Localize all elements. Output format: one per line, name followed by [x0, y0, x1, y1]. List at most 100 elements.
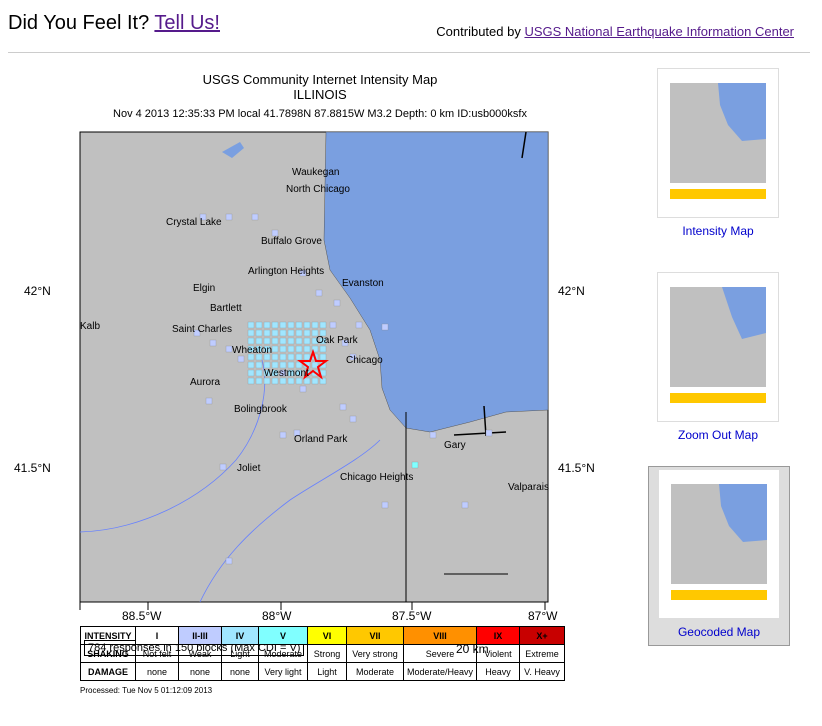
- response-block: [295, 321, 303, 329]
- lat-label: 42°N: [24, 284, 51, 298]
- response-block: [205, 397, 213, 405]
- intensity-legend: INTENSITY I II-III IV V VI VII VIII IX X…: [80, 626, 565, 681]
- city-label: Aurora: [190, 377, 221, 388]
- legend-intensity-cell: II-III: [178, 626, 222, 645]
- legend-shaking-cell: Severe: [403, 644, 477, 663]
- thumb-caption[interactable]: Zoom Out Map: [648, 428, 788, 442]
- thumb-zoom-out-map[interactable]: Zoom Out Map: [648, 270, 788, 448]
- response-block: [287, 345, 295, 353]
- response-block: [219, 463, 227, 471]
- title-text: Did You Feel It?: [8, 12, 150, 34]
- legend-damage-cell: Moderate/Heavy: [403, 662, 477, 681]
- city-label: Oak Park: [316, 335, 358, 346]
- page-title: Did You Feel It? Tell Us!: [8, 12, 220, 35]
- response-block: [271, 353, 279, 361]
- response-block: [303, 345, 311, 353]
- legend-damage-cell: none: [135, 662, 179, 681]
- response-block: [255, 337, 263, 345]
- response-block: [271, 321, 279, 329]
- thumb-intensity-map[interactable]: Intensity Map: [648, 66, 788, 244]
- thumb-caption[interactable]: Intensity Map: [648, 224, 788, 238]
- city-label: Gary: [444, 440, 466, 451]
- response-block: [303, 321, 311, 329]
- thumbnail-image[interactable]: [658, 469, 780, 619]
- legend-damage-cell: Moderate: [346, 662, 404, 681]
- response-block: [271, 337, 279, 345]
- response-block: [237, 355, 245, 363]
- legend-intensity-cell: IX: [476, 626, 520, 645]
- response-block: [287, 329, 295, 337]
- legend-shaking-cell: Weak: [178, 644, 222, 663]
- response-block: [319, 321, 327, 329]
- response-block: [355, 321, 363, 329]
- tell-us-link[interactable]: Tell Us!: [154, 12, 220, 34]
- legend-intensity-cell: X+: [519, 626, 565, 645]
- response-block: [295, 345, 303, 353]
- legend-intensity-cell: V: [258, 626, 308, 645]
- response-block: [315, 289, 323, 297]
- legend-damage-cell: V. Heavy: [519, 662, 565, 681]
- city-label: Arlington Heights: [248, 266, 325, 277]
- city-label: Saint Charles: [172, 324, 233, 335]
- response-block: [311, 321, 319, 329]
- response-block: [271, 329, 279, 337]
- legend-intensity-cell: IV: [221, 626, 259, 645]
- response-block: [279, 321, 287, 329]
- legend-intensity-cell: VI: [307, 626, 347, 645]
- legend-intensity-cell: VIII: [403, 626, 477, 645]
- response-block: [299, 385, 307, 393]
- response-block: [251, 213, 259, 221]
- response-block: [461, 501, 469, 509]
- response-block: [247, 377, 255, 385]
- lon-label: 87.5°W: [392, 609, 432, 623]
- response-block: [339, 403, 347, 411]
- lon-label: 88°W: [262, 609, 292, 623]
- response-block: [349, 415, 357, 423]
- city-label: Bartlett: [210, 303, 242, 314]
- thumb-geocoded-map[interactable]: Geocoded Map: [648, 466, 790, 646]
- legend-shaking-cell: Strong: [307, 644, 347, 663]
- city-label: Waukegan: [292, 167, 340, 178]
- response-block: [247, 361, 255, 369]
- response-block: [279, 353, 287, 361]
- legend-row-intensity: INTENSITY I II-III IV V VI VII VIII IX X…: [80, 626, 565, 645]
- response-block: [279, 431, 287, 439]
- response-block: [319, 345, 327, 353]
- response-block: [287, 321, 295, 329]
- response-block: [381, 323, 389, 331]
- legend-shaking-cell: Very strong: [346, 644, 404, 663]
- thumbnail-image[interactable]: [657, 68, 779, 218]
- response-block: [255, 377, 263, 385]
- city-label: Joliet: [237, 463, 261, 474]
- city-label: Kalb: [80, 321, 101, 332]
- response-block: [279, 345, 287, 353]
- response-block: [295, 329, 303, 337]
- response-block: [263, 337, 271, 345]
- lat-label: 41.5°N: [558, 461, 595, 475]
- response-block: [311, 377, 319, 385]
- legend-row-shaking: SHAKING Not felt Weak Light Moderate Str…: [80, 644, 565, 663]
- contributor-line: Contributed by USGS National Earthquake …: [436, 24, 794, 39]
- response-block: [411, 461, 419, 469]
- legend-shaking-cell: Extreme: [519, 644, 565, 663]
- response-block: [279, 329, 287, 337]
- legend-shaking-cell: Not felt: [135, 644, 179, 663]
- legend-shaking-cell: Light: [221, 644, 259, 663]
- city-label: North Chicago: [286, 184, 350, 195]
- response-block: [333, 299, 341, 307]
- city-label: Crystal Lake: [166, 217, 222, 228]
- response-block: [303, 353, 311, 361]
- response-block: [303, 329, 311, 337]
- legend-damage-cell: Very light: [258, 662, 308, 681]
- thumbnail-image[interactable]: [657, 272, 779, 422]
- city-label: Wheaton: [232, 345, 273, 356]
- neic-link[interactable]: USGS National Earthquake Information Cen…: [524, 24, 794, 39]
- thumb-caption[interactable]: Geocoded Map: [649, 625, 789, 639]
- response-block: [295, 337, 303, 345]
- response-block: [247, 329, 255, 337]
- response-block: [295, 353, 303, 361]
- response-block: [271, 345, 279, 353]
- legend-header: INTENSITY: [80, 626, 136, 645]
- city-label: Chicago Heights: [340, 472, 414, 483]
- response-block: [263, 329, 271, 337]
